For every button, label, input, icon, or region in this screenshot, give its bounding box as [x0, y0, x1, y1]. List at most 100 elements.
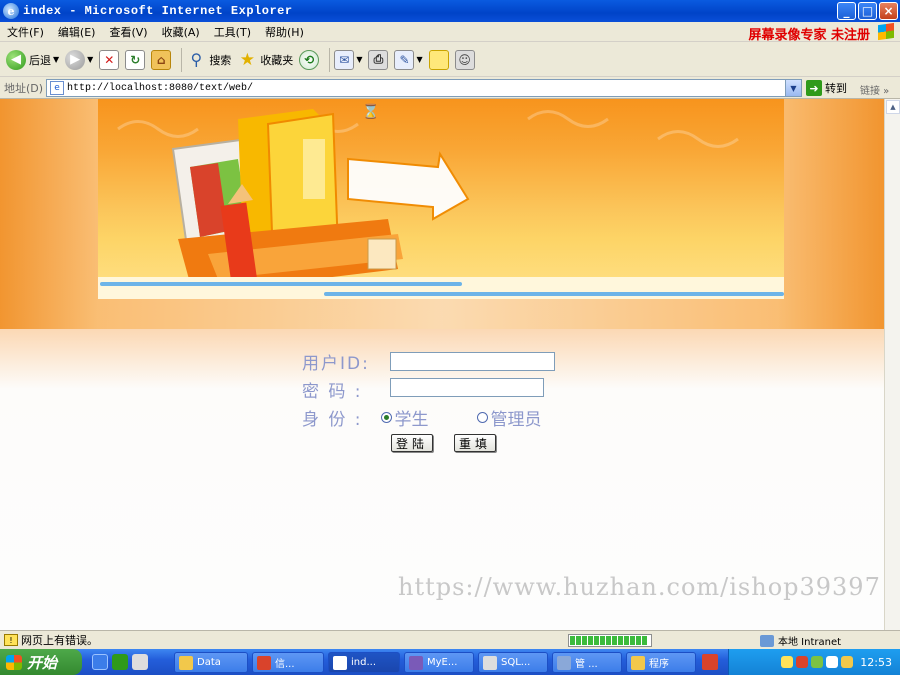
edit-button[interactable]: ✎ ▼ — [394, 49, 423, 70]
chevron-down-icon[interactable]: ▼ — [785, 80, 801, 96]
stop-button[interactable]: ✕ — [99, 49, 120, 70]
edit-page-icon: ✎ — [394, 49, 415, 70]
recorder-task-icon[interactable] — [702, 654, 718, 670]
menu-tools[interactable]: 工具(T) — [207, 24, 258, 40]
tray-network-icon[interactable] — [826, 656, 839, 668]
role-student-label: 学生 — [394, 410, 429, 430]
chevron-down-icon[interactable]: ▼ — [416, 55, 422, 64]
back-button[interactable]: ◀ 后退 ▼ — [6, 49, 59, 70]
menu-view[interactable]: 查看(V) — [102, 24, 154, 40]
printer-icon: ⎙ — [368, 49, 389, 70]
ie-quicklaunch-icon[interactable] — [92, 654, 108, 670]
address-input[interactable]: e http://localhost:8080/text/web/ ▼ — [46, 79, 802, 97]
radio-selected-icon — [380, 412, 392, 423]
chevron-down-icon[interactable]: ▼ — [87, 55, 93, 64]
tray-chat-icon[interactable] — [781, 656, 794, 668]
menu-favorites[interactable]: 收藏(A) — [155, 24, 207, 40]
busy-cursor-icon: ⌛ — [362, 104, 380, 120]
history-button[interactable]: ⟲ — [299, 49, 320, 70]
window-title-bar[interactable]: e index - Microsoft Internet Explorer _ … — [0, 0, 900, 22]
windows-logo-icon — [6, 654, 22, 670]
forward-arrow-icon: ▶ — [65, 49, 86, 70]
toolbar-divider — [329, 47, 331, 72]
stop-icon: ✕ — [99, 49, 120, 70]
discuss-button[interactable] — [428, 49, 449, 70]
go-button[interactable]: ➜ 转到 — [806, 80, 847, 96]
status-bar: ! 网页上有错误。 本地 Intranet — [0, 630, 900, 649]
mail-button[interactable]: ✉ ▼ — [334, 49, 362, 70]
messenger-button[interactable]: ☺ — [454, 49, 475, 70]
home-icon: ⌂ — [151, 49, 172, 70]
windows-logo-icon — [878, 22, 894, 41]
task-myeclipse[interactable]: MyE... — [404, 652, 474, 673]
links-toolbar[interactable]: 链接 » — [860, 82, 889, 97]
login-button[interactable]: 登陆 — [391, 434, 433, 452]
role-student-radio[interactable]: 学生 — [380, 405, 429, 430]
forward-button[interactable]: ▶ ▼ — [65, 49, 93, 70]
warning-icon[interactable]: ! — [4, 634, 18, 646]
messenger-icon: ☺ — [454, 49, 475, 70]
radio-unselected-icon — [476, 412, 488, 423]
close-button[interactable]: × — [879, 2, 898, 20]
task-program[interactable]: 程序 — [626, 652, 696, 673]
clock[interactable]: 12:53 — [860, 656, 892, 669]
print-button[interactable]: ⎙ — [368, 49, 389, 70]
role-admin-label: 管理员 — [490, 410, 542, 430]
search-label: 搜索 — [209, 53, 232, 67]
search-button[interactable]: ⚲ 搜索 — [186, 50, 231, 70]
password-row: 密 码 : — [302, 377, 363, 402]
toolbar: ◀ 后退 ▼ ▶ ▼ ✕ ↻ ⌂ ⚲ 搜索 ★ 收藏夹 ⟲ ✉ ▼ ⎙ ✎ ▼ … — [0, 43, 900, 77]
manager-icon — [557, 655, 571, 670]
chevron-down-icon[interactable]: ▼ — [356, 55, 362, 64]
address-url[interactable]: http://localhost:8080/text/web/ — [67, 83, 253, 94]
maximize-button[interactable]: □ — [858, 2, 877, 20]
loading-progress-bar — [568, 634, 652, 647]
password-input[interactable] — [390, 378, 544, 397]
task-sql[interactable]: SQL... — [478, 652, 548, 673]
app-icon — [257, 655, 271, 670]
task-label: 信... — [275, 659, 295, 670]
menu-file[interactable]: 文件(F) — [0, 24, 51, 40]
vertical-scrollbar[interactable]: ▲ — [884, 99, 900, 630]
menu-help[interactable]: 帮助(H) — [258, 24, 311, 40]
back-label: 后退 — [29, 53, 51, 67]
identity-row: 身 份 : 学生 管理员 — [302, 405, 542, 430]
refresh-button[interactable]: ↻ — [125, 49, 146, 70]
chevron-down-icon[interactable]: ▼ — [53, 55, 59, 64]
userid-label: 用户ID: — [302, 354, 370, 374]
app-quicklaunch-icon[interactable] — [112, 654, 128, 670]
menu-edit[interactable]: 编辑(E) — [51, 24, 103, 40]
task-data[interactable]: Data — [174, 652, 248, 673]
tray-shield-icon[interactable] — [841, 656, 854, 668]
window-title: index - Microsoft Internet Explorer — [23, 4, 293, 18]
task-info[interactable]: 信... — [252, 652, 324, 673]
task-index[interactable]: ind... — [328, 652, 400, 673]
banner-divider-line — [100, 282, 462, 286]
home-button[interactable]: ⌂ — [151, 49, 172, 70]
start-button[interactable]: 开始 — [0, 649, 82, 675]
status-text: 网页上有错误。 — [21, 634, 98, 647]
scroll-up-icon[interactable]: ▲ — [886, 100, 900, 114]
address-bar: 地址(D) e http://localhost:8080/text/web/ … — [0, 78, 900, 99]
refresh-icon: ↻ — [125, 49, 146, 70]
security-zone: 本地 Intranet — [760, 633, 841, 648]
favorites-button[interactable]: ★ 收藏夹 — [237, 49, 294, 70]
banner-divider-line — [324, 292, 784, 296]
computer-illustration-icon — [117, 109, 739, 294]
tray-qq-icon[interactable] — [796, 656, 809, 668]
start-label: 开始 — [27, 653, 58, 672]
star-icon: ★ — [239, 49, 255, 70]
go-arrow-icon: ➜ — [806, 80, 822, 96]
mail-icon: ✉ — [334, 49, 355, 70]
reset-button[interactable]: 重填 — [454, 434, 496, 452]
task-manager[interactable]: 管 ... — [552, 652, 622, 673]
zone-label: 本地 Intranet — [778, 637, 842, 648]
userid-input[interactable] — [390, 352, 555, 371]
tray-app-icon[interactable] — [811, 656, 824, 668]
intranet-icon — [760, 634, 774, 647]
minimize-button[interactable]: _ — [837, 2, 856, 20]
role-admin-radio[interactable]: 管理员 — [476, 405, 542, 430]
task-label: ind... — [351, 657, 376, 668]
desktop-quicklaunch-icon[interactable] — [132, 654, 148, 670]
system-tray: 12:53 — [728, 649, 900, 675]
